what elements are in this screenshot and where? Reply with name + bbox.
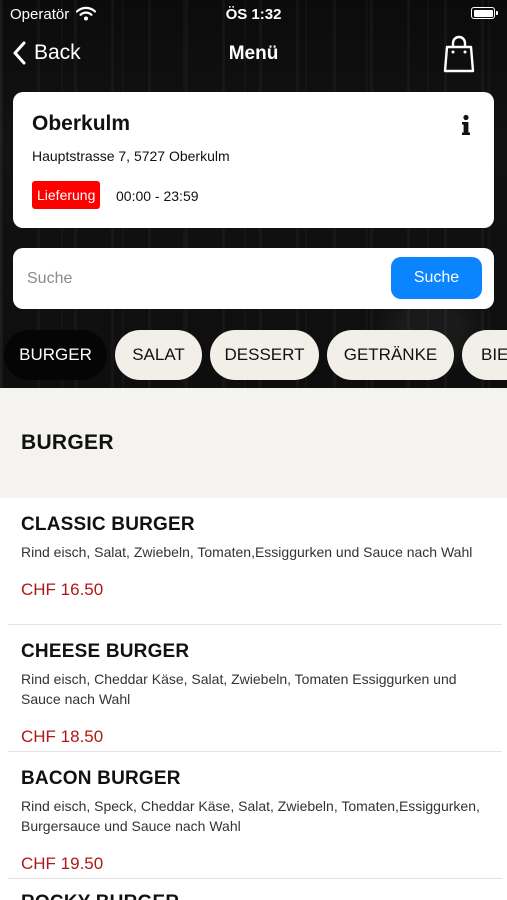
- opening-hours: 00:00 - 23:59: [116, 188, 199, 204]
- item-name: BACON BURGER: [21, 768, 181, 789]
- item-name: CHEESE BURGER: [21, 641, 190, 662]
- search-button[interactable]: Suche: [391, 257, 482, 299]
- category-tab-bier[interactable]: BIE: [462, 330, 507, 380]
- menu-item[interactable]: BACON BURGER Rind eisch, Speck, Cheddar …: [0, 752, 507, 878]
- status-bar: Operatör ÖS 1:32: [0, 0, 507, 28]
- store-name: Oberkulm: [32, 112, 131, 135]
- item-name: CLASSIC BURGER: [21, 514, 195, 535]
- item-name: ROCKY BURGER: [21, 892, 179, 900]
- item-description: Rind eisch, Speck, Cheddar Käse, Salat, …: [21, 798, 480, 834]
- menu-item[interactable]: ROCKY BURGER: [0, 879, 507, 900]
- item-description: Rind eisch, Salat, Zwiebeln, Tomaten,Ess…: [21, 544, 473, 560]
- store-card: Oberkulm Hauptstrasse 7, 5727 Oberkulm L…: [13, 92, 494, 228]
- page-title: Menü: [228, 43, 279, 64]
- category-tabs: BURGER SALAT DESSERT GETRÄNKE BIE: [0, 330, 507, 382]
- status-time: ÖS 1:32: [225, 6, 282, 23]
- header-background: Operatör ÖS 1:32 Back Menü Oberkulm Haup…: [0, 0, 507, 388]
- section-header: BURGER: [0, 388, 507, 498]
- menu-item[interactable]: CLASSIC BURGER Rind eisch, Salat, Zwiebe…: [0, 498, 507, 624]
- category-tab-burger[interactable]: BURGER: [4, 330, 107, 380]
- menu-item[interactable]: CHEESE BURGER Rind eisch, Cheddar Käse, …: [0, 625, 507, 751]
- store-address: Hauptstrasse 7, 5727 Oberkulm: [32, 148, 230, 164]
- navigation-bar: Back Menü: [0, 28, 507, 80]
- section-title: BURGER: [21, 431, 114, 454]
- item-description: Rind eisch, Cheddar Käse, Salat, Zwiebel…: [21, 671, 457, 707]
- search-input[interactable]: [25, 260, 389, 298]
- battery-icon: [471, 7, 498, 19]
- item-price: CHF 18.50: [21, 727, 104, 746]
- category-tab-salat[interactable]: SALAT: [115, 330, 202, 380]
- shopping-bag-icon[interactable]: [440, 33, 478, 75]
- delivery-badge: Lieferung: [32, 181, 101, 209]
- item-price: CHF 16.50: [21, 580, 104, 599]
- item-price: CHF 19.50: [21, 854, 104, 873]
- search-bar: Suche: [13, 248, 494, 309]
- category-tab-dessert[interactable]: DESSERT: [210, 330, 319, 380]
- category-tab-getraenke[interactable]: GETRÄNKE: [327, 330, 454, 380]
- info-icon[interactable]: [459, 114, 473, 136]
